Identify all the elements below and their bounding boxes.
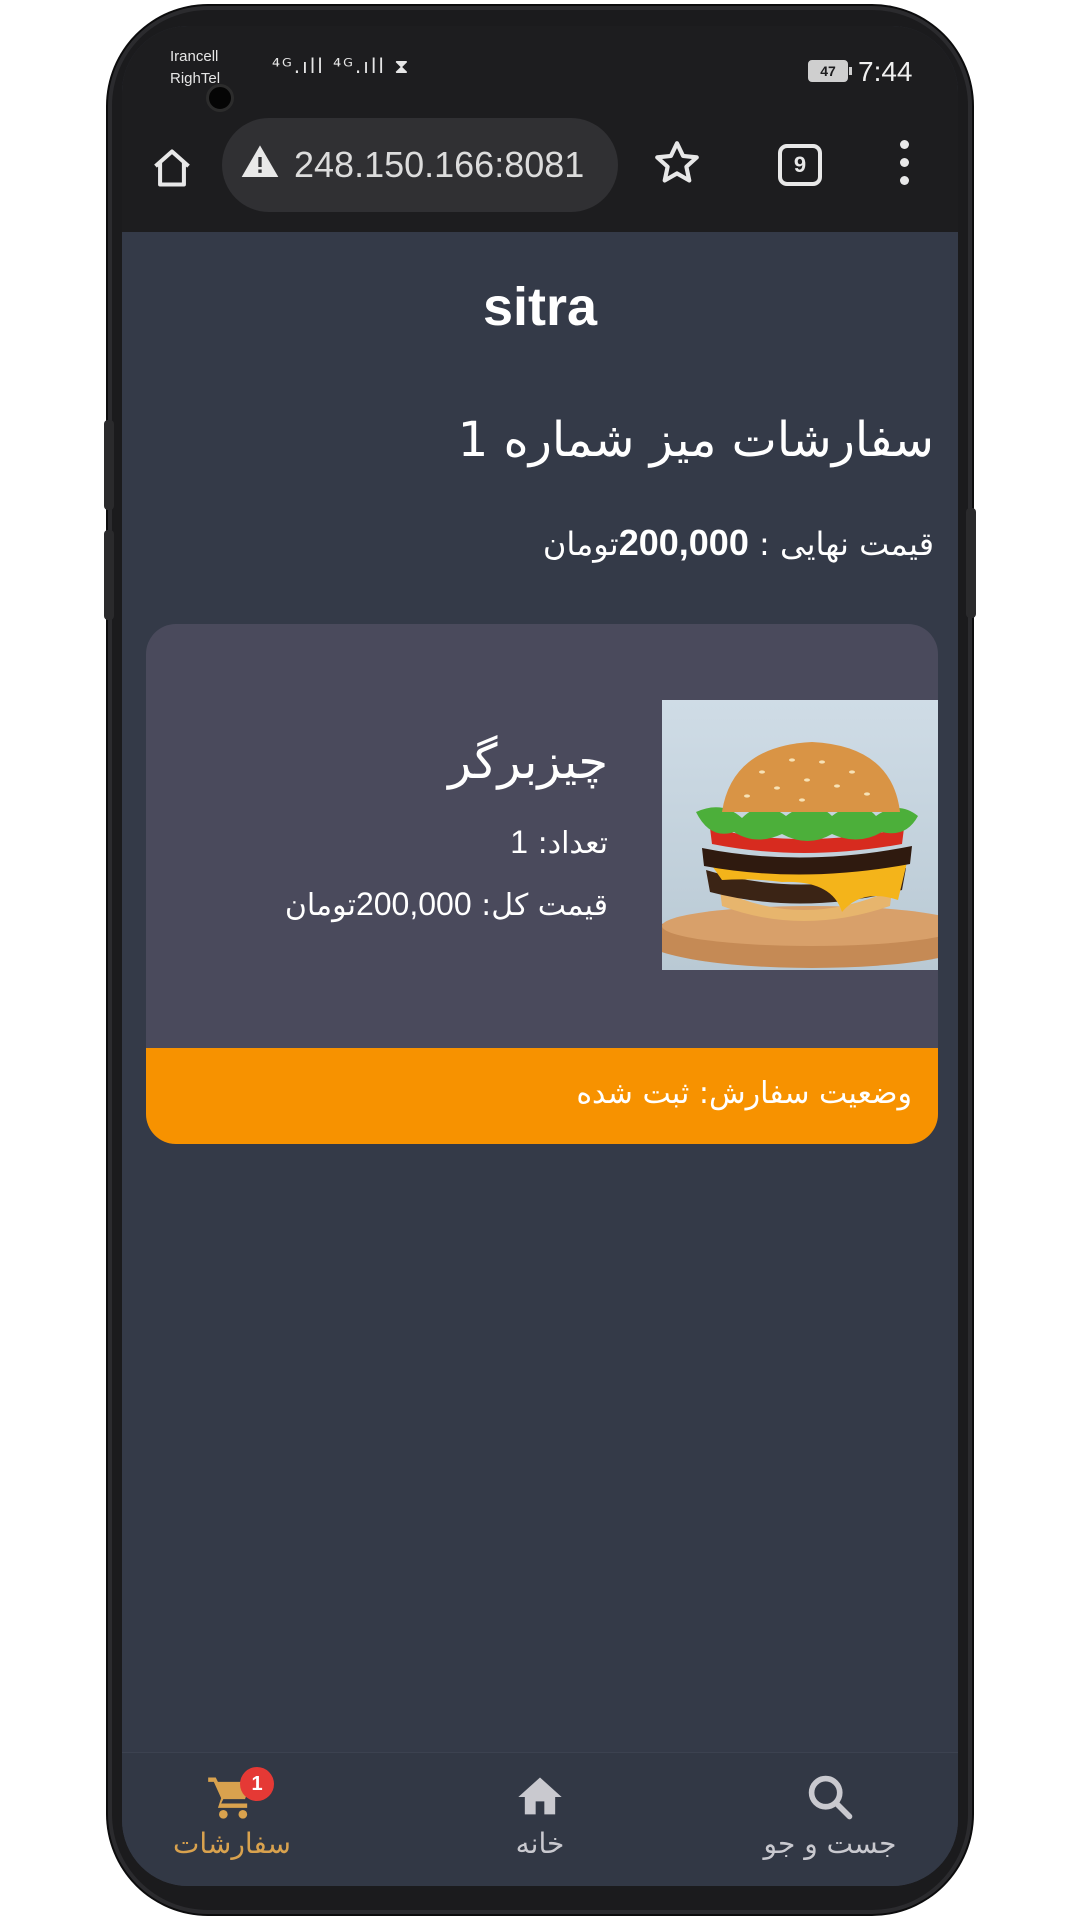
nav-home-label: خانه — [515, 1827, 565, 1860]
orders-badge: 1 — [240, 1767, 274, 1801]
order-item-card: چیزبرگر تعداد: 1 قیمت کل: 200,000تومان و… — [146, 624, 938, 1144]
battery-icon: 47 — [808, 60, 852, 82]
brand-title: sitra — [482, 277, 598, 337]
home-button[interactable] — [140, 136, 204, 200]
quantity-value: 1 — [510, 824, 529, 860]
volume-button — [104, 420, 114, 510]
final-price-value: 200,000 — [618, 522, 749, 563]
bookmark-star-icon[interactable] — [652, 138, 702, 188]
carrier-name: Irancell — [170, 48, 219, 65]
bottom-navigation: 1 سفارشات خانه جست و جو — [122, 1752, 958, 1886]
cheeseburger-image — [662, 700, 938, 970]
nav-search[interactable]: جست و جو — [730, 1771, 930, 1860]
nav-search-label: جست و جو — [763, 1827, 897, 1860]
order-status-label: وضعیت سفارش: — [689, 1076, 912, 1111]
order-title: سفارشات میز شماره 1 — [457, 412, 934, 468]
final-price: قیمت نهایی : 200,000تومان — [543, 522, 934, 564]
nav-orders-label: سفارشات — [172, 1827, 292, 1860]
page-content: sitra سفارشات میز شماره 1 قیمت نهایی : 2… — [122, 232, 958, 1752]
status-time: 7:44 — [858, 56, 913, 87]
signal-icons: ⁴ᴳ.ıll ⁴ᴳ.ıll ⧗ — [272, 54, 411, 78]
item-total-price: قیمت کل: 200,000تومان — [285, 886, 608, 923]
search-icon — [808, 1775, 853, 1820]
power-button — [966, 508, 976, 618]
item-quantity: تعداد: 1 — [510, 824, 608, 861]
screen: Irancell RighTel ⁴ᴳ.ıll ⁴ᴳ.ıll ⧗ 47 7:44… — [122, 26, 958, 1886]
nav-home[interactable]: خانه — [440, 1771, 640, 1860]
front-camera — [206, 84, 234, 112]
browser-top-bar: Irancell RighTel ⁴ᴳ.ıll ⁴ᴳ.ıll ⧗ 47 7:44… — [122, 26, 958, 232]
total-price-label: قیمت کل: — [471, 888, 608, 923]
volume-button — [104, 530, 114, 620]
more-menu-icon[interactable] — [898, 140, 910, 188]
carrier-info: Irancell RighTel — [170, 46, 220, 90]
final-price-label: قیمت نهایی : — [748, 525, 934, 563]
total-price-unit: تومان — [284, 888, 356, 923]
home-icon — [518, 1777, 562, 1815]
address-bar[interactable]: 248.150.166:8081 — [222, 118, 618, 212]
nav-orders[interactable]: 1 سفارشات — [132, 1767, 332, 1860]
order-status-text: وضعیت سفارش: ثبت شده — [576, 1076, 912, 1111]
order-status-value: ثبت شده — [576, 1076, 690, 1111]
total-price-value: 200,000 — [355, 886, 472, 922]
final-price-unit: تومان — [542, 525, 619, 563]
home-icon — [154, 149, 190, 187]
warning-icon — [241, 145, 279, 177]
tab-switcher-button[interactable]: 9 — [778, 144, 822, 186]
item-name: چیزبرگر — [448, 734, 608, 790]
order-status-bar: وضعیت سفارش: ثبت شده — [146, 1048, 938, 1144]
url-text: 248.150.166:8081 — [294, 144, 585, 185]
quantity-label: تعداد: — [528, 826, 608, 861]
